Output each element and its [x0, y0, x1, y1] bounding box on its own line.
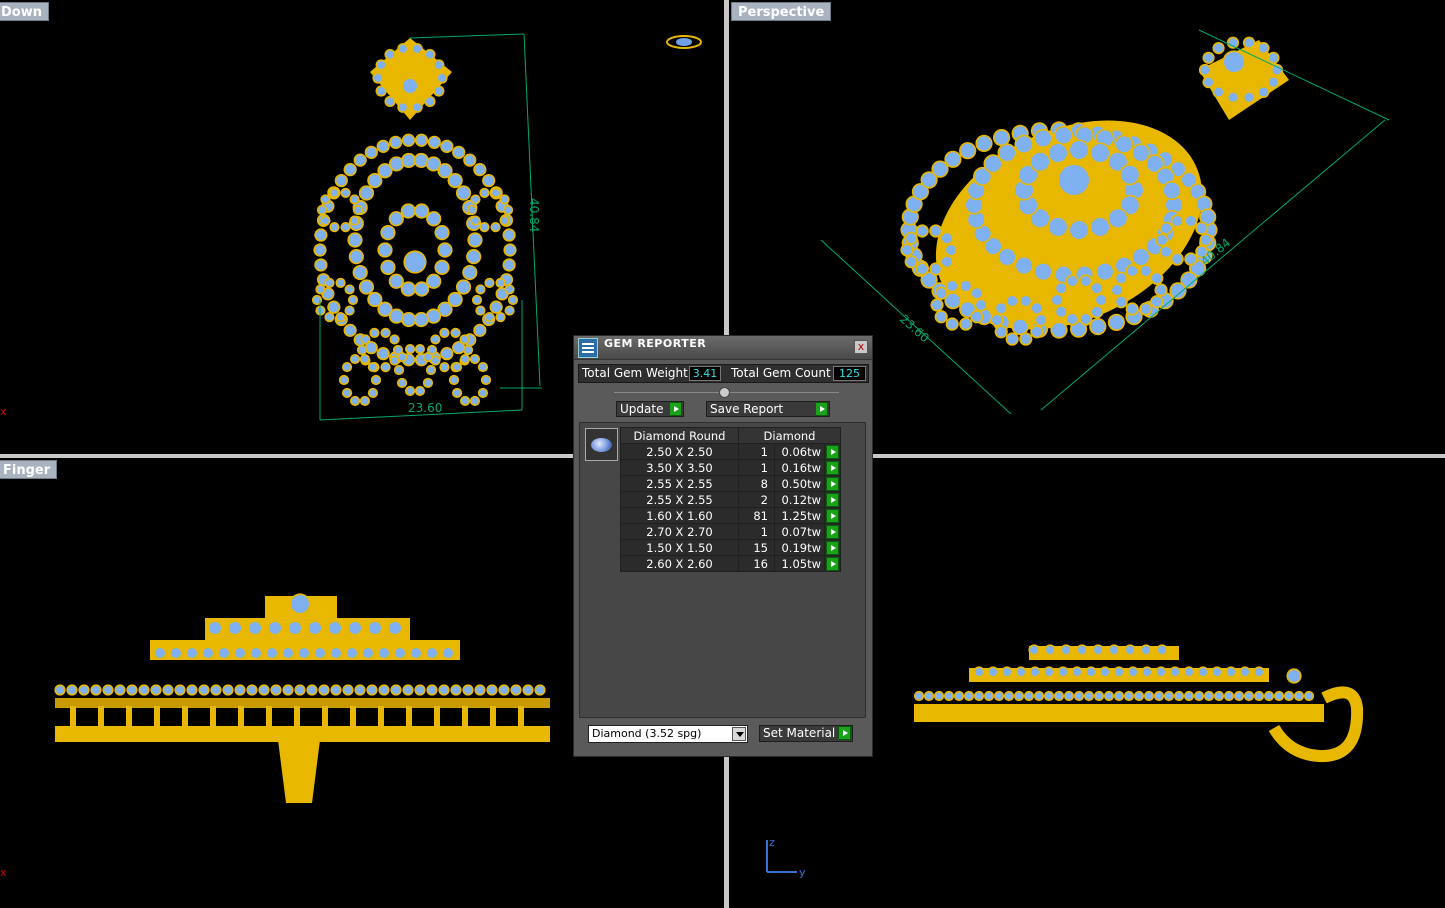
diamond-round-icon[interactable]	[585, 428, 618, 461]
close-button[interactable]: x	[854, 340, 868, 354]
pendant-top-gems	[311, 38, 519, 407]
gem-count: 1	[738, 443, 775, 460]
play-icon[interactable]	[826, 493, 839, 507]
viewport-label-perspective[interactable]: Perspective	[731, 2, 832, 21]
viewport-label-front[interactable]: Finger	[0, 460, 58, 479]
gem-weight: 0.12tw	[774, 491, 825, 508]
gem-row[interactable]: 2.55 X 2.55 2 0.12tw	[620, 491, 841, 508]
gem-reporter-app-icon	[578, 338, 598, 358]
play-icon[interactable]	[826, 541, 839, 555]
column-header-material[interactable]: Diamond	[738, 427, 841, 444]
gem-row[interactable]: 3.50 X 3.50 1 0.16tw	[620, 459, 841, 476]
dimension-text-width: 23.60	[408, 401, 442, 415]
gem-weight: 0.07tw	[774, 523, 825, 540]
chevron-down-icon[interactable]	[732, 727, 746, 741]
gem-row-go[interactable]	[824, 507, 841, 524]
gem-count: 15	[738, 539, 775, 556]
viewport-label-top[interactable]: Down	[0, 2, 49, 21]
play-icon[interactable]	[826, 557, 839, 571]
axis-x-label: x	[0, 405, 7, 418]
gem-count: 16	[738, 555, 775, 572]
save-report-play-icon[interactable]	[815, 402, 828, 416]
gem-weight: 1.25tw	[774, 507, 825, 524]
gem-size: 3.50 X 3.50	[620, 459, 739, 476]
gem-size: 1.60 X 1.60	[620, 507, 739, 524]
pendant-perspective-gems	[900, 36, 1289, 346]
gem-weight: 0.06tw	[774, 443, 825, 460]
pendant-side-body	[913, 644, 1364, 763]
play-icon[interactable]	[826, 477, 839, 491]
update-button-label: Update	[620, 402, 664, 416]
gem-row-go[interactable]	[824, 555, 841, 572]
column-header-shape[interactable]: Diamond Round	[620, 427, 739, 444]
gem-count: 1	[738, 459, 775, 476]
gem-weight: 0.50tw	[774, 475, 825, 492]
gem-reporter-title: GEM REPORTER	[604, 337, 707, 350]
gem-table: Diamond Round Diamond 2.50 X 2.50 1 0.06tw…	[620, 427, 841, 572]
gem-weight: 0.19tw	[774, 539, 825, 556]
gem-size: 1.50 X 1.50	[620, 539, 739, 556]
material-select[interactable]: Diamond (3.52 spg)	[588, 725, 748, 743]
gem-count: 1	[738, 523, 775, 540]
gem-row-go[interactable]	[824, 491, 841, 508]
axis-x-label: x	[0, 866, 7, 879]
gem-row-go[interactable]	[824, 475, 841, 492]
gem-count: 8	[738, 475, 775, 492]
play-icon[interactable]	[826, 509, 839, 523]
gem-list-area[interactable]: Diamond Round Diamond 2.50 X 2.50 1 0.06tw…	[579, 422, 866, 718]
gem-weight: 1.05tw	[774, 555, 825, 572]
gem-row[interactable]: 2.70 X 2.70 1 0.07tw	[620, 523, 841, 540]
gem-size: 2.55 X 2.55	[620, 491, 739, 508]
gem-row[interactable]: 2.60 X 2.60 16 1.05tw	[620, 555, 841, 572]
total-weight-value: 3.41	[689, 366, 721, 381]
gem-weight: 0.16tw	[774, 459, 825, 476]
gem-size: 2.70 X 2.70	[620, 523, 739, 540]
axis-z-label: z	[769, 836, 775, 849]
gem-size: 2.60 X 2.60	[620, 555, 739, 572]
gem-size: 2.50 X 2.50	[620, 443, 739, 460]
gem-row-go[interactable]	[824, 523, 841, 540]
set-material-play-icon[interactable]	[838, 726, 851, 740]
dimension-text-width: 23.60	[897, 312, 932, 345]
gem-count: 81	[738, 507, 775, 524]
gem-count: 2	[738, 491, 775, 508]
total-weight-label: Total Gem Weight	[582, 366, 688, 380]
play-icon[interactable]	[826, 525, 839, 539]
total-count-value: 125	[833, 366, 866, 381]
play-icon[interactable]	[826, 445, 839, 459]
gem-row-go[interactable]	[824, 539, 841, 556]
total-count-label: Total Gem Count	[731, 366, 831, 380]
gem-row-go[interactable]	[824, 443, 841, 460]
gem-size: 2.55 X 2.55	[620, 475, 739, 492]
gem-row[interactable]: 1.50 X 1.50 15 0.19tw	[620, 539, 841, 556]
dimension-text-height: 40.84	[527, 198, 541, 232]
gem-row-go[interactable]	[824, 459, 841, 476]
gem-row[interactable]: 1.60 X 1.60 81 1.25tw	[620, 507, 841, 524]
panel-splitter-handle[interactable]	[719, 387, 730, 398]
play-icon[interactable]	[826, 461, 839, 475]
gem-reporter-panel[interactable]: GEM REPORTER x Total Gem Weight 3.41 Tot…	[573, 335, 873, 757]
set-material-button-label: Set Material	[763, 726, 836, 740]
gem-reporter-titlebar[interactable]: GEM REPORTER x	[574, 336, 872, 360]
gem-row[interactable]: 2.50 X 2.50 1 0.06tw	[620, 443, 841, 460]
axis-y-label: y	[799, 866, 806, 879]
save-report-button-label: Save Report	[710, 402, 784, 416]
update-play-icon[interactable]	[669, 402, 682, 416]
material-select-value: Diamond (3.52 spg)	[592, 727, 702, 740]
pendant-front-body	[54, 593, 550, 803]
save-report-button[interactable]: Save Report	[706, 401, 830, 417]
gem-row[interactable]: 2.55 X 2.55 8 0.50tw	[620, 475, 841, 492]
